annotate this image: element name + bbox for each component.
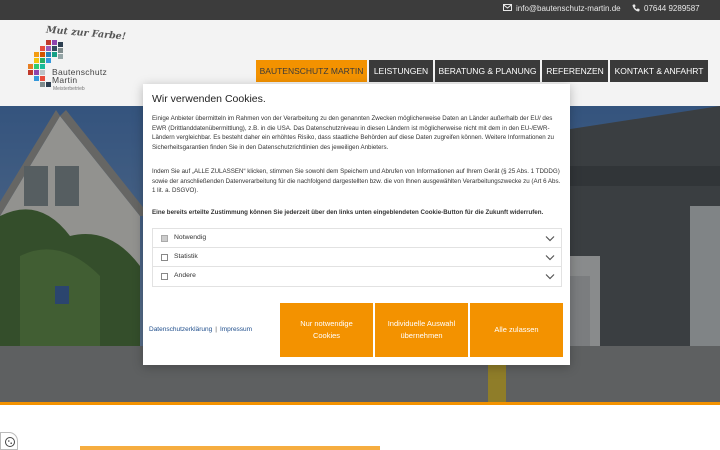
email-link[interactable]: info@bautenschutz-martin.de xyxy=(503,4,621,13)
content-section xyxy=(0,402,720,450)
nav-item-leistungen[interactable]: LEISTUNGEN xyxy=(369,60,433,82)
dialog-paragraph-revoke: Eine bereits erteilte Zustimmung können … xyxy=(152,209,544,216)
category-row-statistik[interactable]: Statistik xyxy=(153,248,561,267)
accent-divider xyxy=(0,402,720,405)
phone-link[interactable]: 07644 9289587 xyxy=(632,4,700,14)
logo-name: Bautenschutz Martin xyxy=(52,68,107,85)
individual-selection-button[interactable]: Individuelle Auswahl übernehmen xyxy=(375,303,468,357)
category-label-notwendig: Notwendig xyxy=(174,234,207,241)
dialog-title: Wir verwenden Cookies. xyxy=(152,93,266,105)
nav-item-referenzen[interactable]: REFERENZEN xyxy=(542,60,608,82)
cookie-settings-button[interactable] xyxy=(0,432,18,450)
cookie-icon xyxy=(5,437,15,447)
envelope-icon xyxy=(503,4,512,13)
phone-icon xyxy=(632,4,640,14)
nav-item-kontakt-anfahrt[interactable]: KONTAKT & ANFAHRT xyxy=(610,60,708,82)
privacy-policy-link[interactable]: Datenschutzerklärung xyxy=(149,326,212,333)
accept-all-button[interactable]: Alle zulassen xyxy=(470,303,563,357)
checkbox-notwendig xyxy=(161,235,168,242)
dialog-paragraph-data-transfer: Einige Anbieter übermitteln im Rahmen vo… xyxy=(152,115,554,151)
phone-text: 07644 9289587 xyxy=(644,4,700,14)
email-text: info@bautenschutz-martin.de xyxy=(516,4,621,13)
section-heading-partial xyxy=(80,446,380,450)
checkbox-statistik[interactable] xyxy=(161,254,168,261)
category-row-notwendig[interactable]: Notwendig xyxy=(153,229,561,248)
logo-subtitle: Meisterbetrieb xyxy=(53,86,85,92)
link-separator: | xyxy=(215,326,217,333)
dialog-paragraph-consent: Indem Sie auf „ALLE ZULASSEN“ klicken, s… xyxy=(152,168,561,194)
imprint-link[interactable]: Impressum xyxy=(220,326,252,333)
necessary-cookies-button[interactable]: Nur notwendige Cookies xyxy=(280,303,373,357)
nav-item-beratung-planung[interactable]: BERATUNG & PLANUNG xyxy=(435,60,540,82)
category-label-statistik: Statistik xyxy=(174,253,198,260)
chevron-down-icon[interactable] xyxy=(545,272,555,281)
logo-mosaic xyxy=(28,40,63,87)
chevron-down-icon[interactable] xyxy=(545,253,555,262)
cookie-consent-dialog: Wir verwenden Cookies. Einige Anbieter ü… xyxy=(143,84,570,365)
cookie-categories: Notwendig Statistik Andere xyxy=(152,228,562,287)
checkbox-andere[interactable] xyxy=(161,273,168,280)
chevron-down-icon[interactable] xyxy=(545,234,555,243)
nav-item-bautenschutz-martin[interactable]: BAUTENSCHUTZ MARTIN xyxy=(256,60,367,82)
category-row-andere[interactable]: Andere xyxy=(153,267,561,286)
legal-links: Datenschutzerklärung | Impressum xyxy=(149,326,252,333)
top-contact-bar: info@bautenschutz-martin.de 07644 928958… xyxy=(0,0,720,20)
logo-name-line2: Martin xyxy=(52,74,78,85)
category-label-andere: Andere xyxy=(174,272,196,279)
